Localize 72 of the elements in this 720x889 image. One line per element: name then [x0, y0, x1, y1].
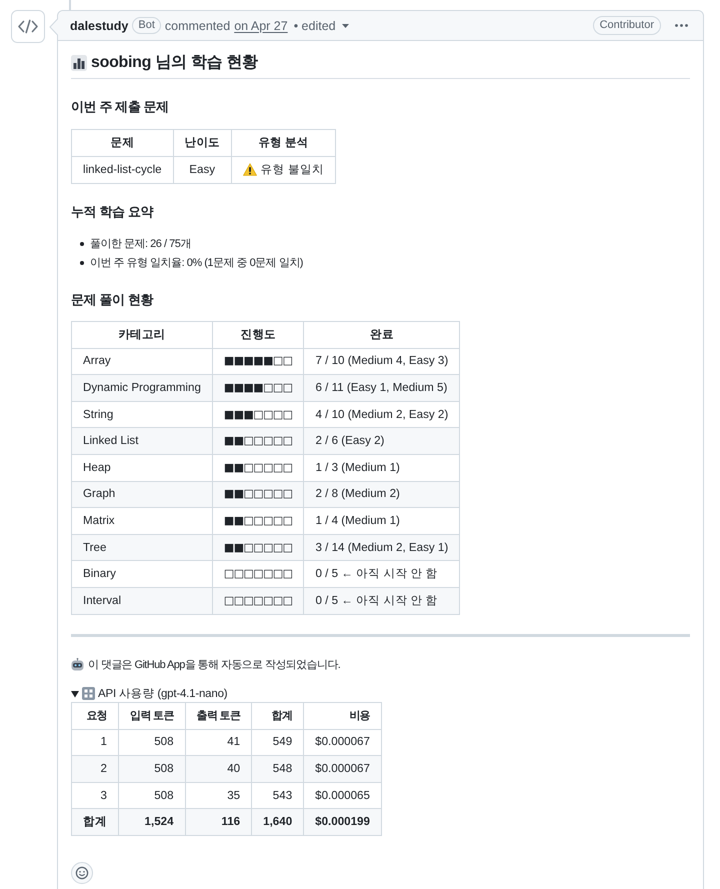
table-cell: ■■■■□□□ — [212, 374, 304, 402]
action-text: commented — [164, 18, 230, 32]
table-cell: Interval — [72, 587, 212, 614]
bar-chart-icon — [71, 55, 87, 71]
table-cell: linked-list-cycle — [72, 156, 174, 184]
table-cell: 1 / 3 (Medium 1) — [304, 454, 460, 482]
table-cell: Tree — [72, 534, 212, 561]
table-cell: ■■□□□□□ — [212, 454, 304, 482]
table-cell: 1,524 — [118, 808, 186, 836]
table-cell: □□□□□□□ — [212, 587, 304, 614]
section-heading: 이번 주 제출 문제 — [71, 98, 170, 116]
keypad-icon — [82, 687, 95, 700]
table-cell: Linked List — [72, 428, 212, 454]
column-header: 입력 토큰 — [118, 702, 186, 730]
column-header: 완료 — [304, 321, 460, 348]
table-cell: Heap — [72, 454, 212, 482]
column-header: 카테고리 — [72, 321, 212, 348]
table-cell: 1 / 4 (Medium 1) — [304, 508, 460, 534]
table-cell: ■■□□□□□ — [212, 428, 304, 454]
column-header: 유형 분석 — [231, 130, 336, 156]
table-cell: ■■□□□□□ — [212, 481, 304, 508]
more-icon[interactable] — [675, 24, 688, 27]
table-cell: $0.000067 — [304, 756, 382, 782]
timestamp-link[interactable]: on Apr 27 — [234, 18, 288, 32]
table-cell: Easy — [173, 156, 232, 184]
column-header: 문제 — [72, 130, 174, 156]
bullet-icon — [80, 242, 84, 246]
table-cell: 1,640 — [252, 808, 304, 836]
table-cell: 6 / 11 (Easy 1, Medium 5) — [304, 374, 460, 402]
table-cell: $0.000199 — [304, 808, 382, 836]
role-label: Contributor — [592, 16, 661, 35]
table-cell: 0 / 5 ← 아직 시작 안 함 — [304, 587, 460, 614]
table-cell: ■■□□□□□ — [212, 508, 304, 534]
table-cell: 2 — [72, 756, 118, 782]
bullet-icon — [80, 261, 84, 266]
column-header: 합계 — [252, 702, 304, 730]
table-cell: Graph — [72, 481, 212, 508]
section-heading: 누적 학습 요약 — [71, 202, 154, 221]
section-heading: 문제 풀이 현황 — [71, 290, 154, 309]
list-item: 이번 주 유형 일치율: 0% (1문제 중 0문제 일치) — [90, 256, 303, 271]
cell-text: 유형 불일치 — [260, 162, 324, 178]
column-header: 비용 — [304, 702, 382, 730]
list-item: 풀이한 문제: 26 / 75개 — [90, 236, 191, 252]
table-cell: 40 — [185, 756, 252, 782]
edited-dropdown[interactable]: • edited — [294, 18, 349, 32]
table-cell: □□□□□□□ — [212, 560, 304, 588]
bot-label: Bot — [132, 17, 161, 34]
column-header: 난이도 — [173, 130, 232, 156]
code-icon[interactable] — [11, 10, 45, 43]
caret-icon — [342, 24, 349, 28]
footer-note: 이 댓글은 GitHub App을 통해 자동으로 작성되었습니다. — [88, 658, 340, 673]
column-header: 요청 — [72, 702, 118, 730]
table-cell: 합계 — [72, 808, 118, 836]
comment-title: soobing 님의 학습 현황 — [91, 53, 258, 73]
column-header: 진행도 — [212, 321, 304, 348]
robot-icon — [71, 658, 84, 672]
table-cell: 548 — [252, 756, 304, 782]
column-header: 출력 토큰 — [185, 702, 252, 730]
table-cell: 2 / 6 (Easy 2) — [304, 428, 460, 454]
details-summary[interactable]: API 사용량 (gpt-4.1-nano) — [98, 686, 228, 702]
caret-icon[interactable] — [71, 690, 79, 698]
table-cell: 508 — [118, 756, 186, 782]
table-cell: 2 / 8 (Medium 2) — [304, 481, 460, 508]
table-cell: Binary — [72, 560, 212, 588]
author-link[interactable]: dalestudy — [70, 18, 128, 32]
table-cell: 0 / 5 ← 아직 시작 안 함 — [304, 560, 460, 588]
table-cell: 3 / 14 (Medium 2, Easy 1) — [304, 534, 460, 561]
table-cell: Dynamic Programming — [72, 374, 212, 402]
smiley-icon[interactable] — [71, 862, 93, 884]
table-cell: ■■□□□□□ — [212, 534, 304, 561]
table-cell: 116 — [185, 808, 252, 836]
table-cell: Matrix — [72, 508, 212, 534]
